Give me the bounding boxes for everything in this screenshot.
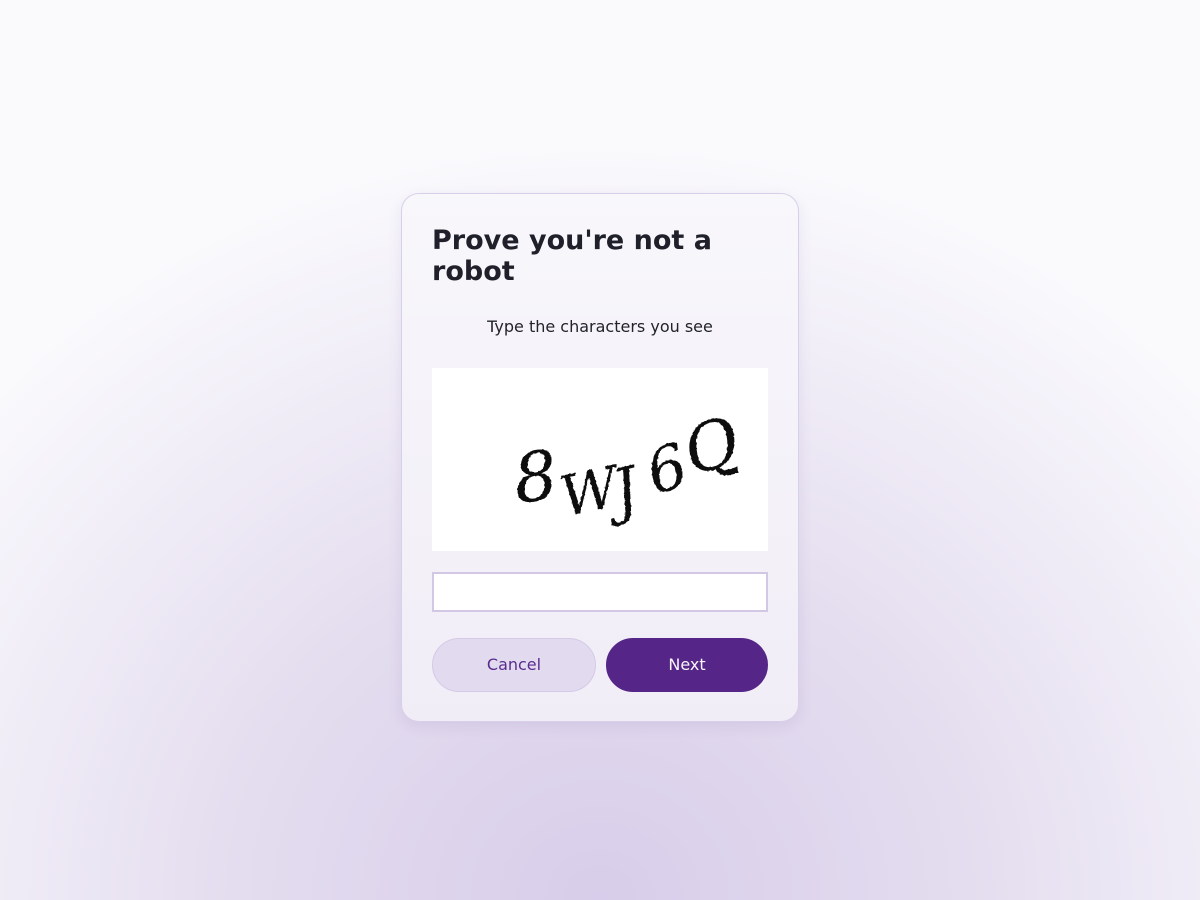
captcha-glyph-1: 8: [509, 436, 562, 520]
captcha-distorted-text: 8 W J 6 Q: [509, 402, 748, 531]
captcha-dialog: Prove you're not a robot Type the charac…: [401, 193, 799, 722]
captcha-instruction: Type the characters you see: [487, 317, 713, 336]
captcha-image: 8 W J 6 Q: [432, 368, 768, 551]
cancel-button[interactable]: Cancel: [432, 638, 596, 692]
dialog-title: Prove you're not a robot: [432, 225, 712, 287]
captcha-input[interactable]: [432, 572, 768, 612]
next-button[interactable]: Next: [606, 638, 768, 692]
